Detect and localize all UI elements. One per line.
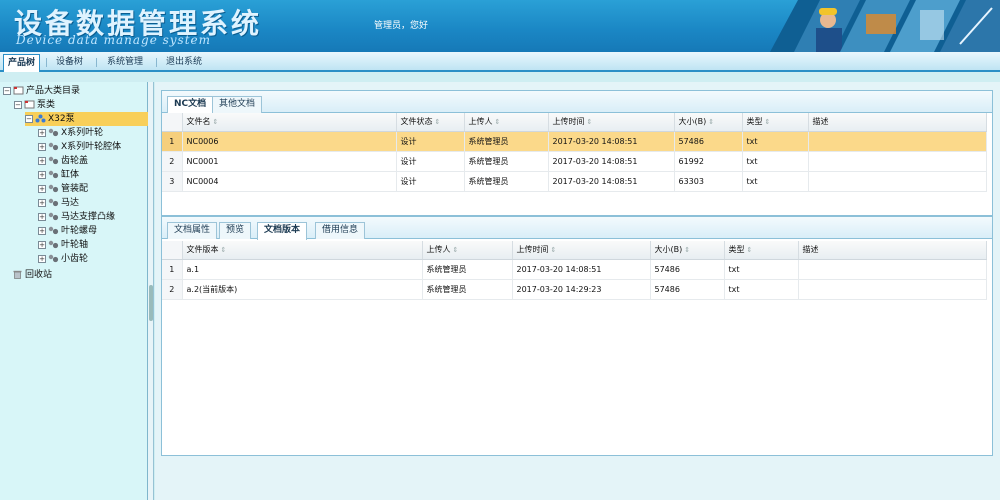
tree-node-part[interactable]: + 管装配 [38,182,88,196]
tab-other-documents[interactable]: 其他文档 [212,96,263,113]
main-content: NC文档 其他文档 文件名 ⇕ 文件状态 ⇕ 上传人 ⇕ 上传时间 ⇕ 大小(B) ⇕ 类… [155,82,1000,500]
tree-node-root[interactable]: − 产品大类目录 [3,84,80,98]
expand-toggle-icon[interactable]: + [38,240,46,249]
table-row[interactable]: 1 a.1 系统管理员 2017-03-20 14:08:51 57486 tx… [162,259,987,280]
collapse-toggle-icon[interactable]: − [14,100,22,109]
tree-node-pump[interactable]: − 泵类 [14,98,55,112]
part-icon [48,156,59,165]
column-header-status[interactable]: 文件状态 ⇕ [396,113,465,132]
tab-document-versions[interactable]: 文档版本 [257,222,308,240]
main-menu-bar: 产品树 设备树 系统管理 退出系统 [0,52,1000,72]
tree-node-part[interactable]: + 叶轮轴 [38,238,88,252]
part-icon [48,184,59,193]
header-banner-image [770,0,1000,52]
part-icon [48,170,59,179]
expand-toggle-icon[interactable]: + [38,156,46,165]
menu-product-tree[interactable]: 产品树 [3,54,41,72]
part-icon [48,226,59,235]
column-header-upload-time[interactable]: 上传时间 ⇕ [548,113,675,132]
part-icon [48,198,59,207]
menu-exit-system[interactable]: 退出系统 [162,55,206,70]
collapse-toggle-icon[interactable]: − [3,86,11,95]
folder-icon [13,86,24,95]
part-icon [48,240,59,249]
column-header-size[interactable]: 大小(B) ⇕ [674,113,743,132]
tree-node-part[interactable]: + X系列叶轮腔体 [38,140,121,154]
table-row[interactable]: 1 NC0006 设计 系统管理员 2017-03-20 14:08:51 57… [162,131,987,152]
document-table: 文件名 ⇕ 文件状态 ⇕ 上传人 ⇕ 上传时间 ⇕ 大小(B) ⇕ 类型 ⇕ 描述 1 NC… [162,113,987,192]
column-header-description[interactable]: 描述 [808,113,987,132]
column-header-version[interactable]: 文件版本 ⇕ [182,241,423,260]
document-list-panel: NC文档 其他文档 文件名 ⇕ 文件状态 ⇕ 上传人 ⇕ 上传时间 ⇕ 大小(B) ⇕ 类… [161,90,993,216]
recycle-bin-icon [13,270,22,279]
product-tree-panel: − 产品大类目录 − 泵类 − X32泵 + X系列叶轮 + X系列叶轮腔体 + 齿轮盖 +… [0,82,148,500]
menu-system-management[interactable]: 系统管理 [103,55,147,70]
row-number-header [162,241,183,260]
collapse-toggle-icon[interactable]: − [25,114,33,123]
row-number-header [162,113,183,132]
tree-node-part[interactable]: + 马达 [38,196,79,210]
column-header-type[interactable]: 类型 ⇕ [724,241,799,260]
part-icon [48,142,59,151]
expand-toggle-icon[interactable]: + [38,128,46,137]
tree-node-recycle-bin[interactable]: 回收站 [12,268,52,282]
part-icon [48,128,59,137]
document-tabs: NC文档 其他文档 [162,91,992,114]
column-header-size[interactable]: 大小(B) ⇕ [650,241,725,260]
document-detail-panel: 文档属性 预览 文档版本 借用信息 文件版本 ⇕ 上传人 ⇕ 上传时间 ⇕ 大小(B)… [161,216,993,456]
folder-icon [24,100,35,109]
expand-toggle-icon[interactable]: + [38,184,46,193]
tree-node-part[interactable]: + 小齿轮 [38,252,88,266]
welcome-text: 管理员，您好 [374,21,429,31]
expand-toggle-icon[interactable]: + [38,142,46,151]
column-header-upload-time[interactable]: 上传时间 ⇕ [512,241,651,260]
column-header-uploader[interactable]: 上传人 ⇕ [422,241,513,260]
menu-divider [46,58,47,67]
product-group-icon [35,114,46,123]
column-header-filename[interactable]: 文件名 ⇕ [182,113,397,132]
expand-toggle-icon[interactable]: + [38,254,46,263]
app-subtitle: Device data manage system [16,33,212,47]
column-header-description[interactable]: 描述 [798,241,987,260]
column-header-uploader[interactable]: 上传人 ⇕ [464,113,549,132]
part-icon [48,254,59,263]
tab-preview[interactable]: 预览 [219,222,252,239]
tree-node-part[interactable]: + X系列叶轮 [38,126,103,140]
table-header-row: 文件版本 ⇕ 上传人 ⇕ 上传时间 ⇕ 大小(B) ⇕ 类型 ⇕ 描述 [162,241,987,260]
tree-node-part[interactable]: + 马达支撑凸缘 [38,210,115,224]
table-row[interactable]: 3 NC0004 设计 系统管理员 2017-03-20 14:08:51 63… [162,171,987,192]
tree-node-part[interactable]: + 缸体 [38,168,79,182]
tree-node-part[interactable]: + 叶轮螺母 [38,224,97,238]
collapse-panel-handle[interactable] [149,285,153,321]
tab-document-properties[interactable]: 文档属性 [167,222,218,239]
expand-toggle-icon[interactable]: + [38,226,46,235]
table-row[interactable]: 2 a.2(当前版本) 系统管理员 2017-03-20 14:29:23 57… [162,279,987,300]
menu-divider [156,58,157,67]
tree-node-part[interactable]: + 齿轮盖 [38,154,88,168]
expand-toggle-icon[interactable]: + [38,198,46,207]
tree-node-x32-pump[interactable]: − X32泵 [25,112,148,126]
table-row[interactable]: 2 NC0001 设计 系统管理员 2017-03-20 14:08:51 61… [162,151,987,172]
part-icon [48,212,59,221]
version-table: 文件版本 ⇕ 上传人 ⇕ 上传时间 ⇕ 大小(B) ⇕ 类型 ⇕ 描述 1 a.1 系统管… [162,241,987,300]
tab-nc-documents[interactable]: NC文档 [167,96,214,114]
menu-divider [96,58,97,67]
table-header-row: 文件名 ⇕ 文件状态 ⇕ 上传人 ⇕ 上传时间 ⇕ 大小(B) ⇕ 类型 ⇕ 描述 [162,113,987,132]
tab-borrow-info[interactable]: 借用信息 [315,222,366,239]
column-header-type[interactable]: 类型 ⇕ [742,113,809,132]
app-header: 设备数据管理系统 Device data manage system 管理员，您… [0,0,1000,52]
detail-tabs: 文档属性 预览 文档版本 借用信息 [162,217,992,240]
expand-toggle-icon[interactable]: + [38,212,46,221]
expand-toggle-icon[interactable]: + [38,170,46,179]
menu-device-tree[interactable]: 设备树 [52,55,87,70]
